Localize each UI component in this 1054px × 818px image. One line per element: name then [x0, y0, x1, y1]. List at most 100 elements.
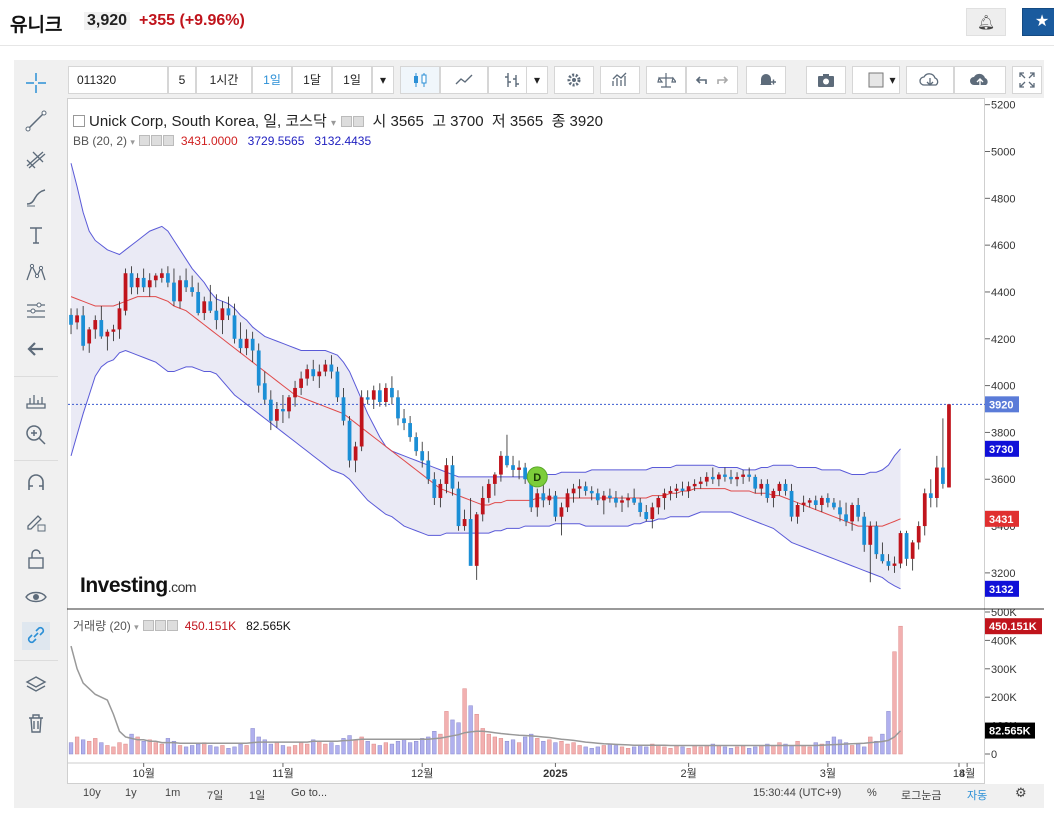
- volume-bar: [486, 733, 491, 755]
- candle-body: [928, 493, 933, 498]
- x-tick-label: 11월: [272, 767, 294, 780]
- volume-bar: [383, 742, 389, 755]
- candle-body: [383, 387, 388, 402]
- settings-mini-icon[interactable]: [155, 620, 167, 631]
- volume-bar: [747, 748, 752, 755]
- chevron-down-icon[interactable]: ▾: [331, 118, 336, 129]
- candle-body: [305, 369, 310, 379]
- volume-bar: [323, 743, 328, 755]
- range-10y-button[interactable]: 10y: [83, 787, 101, 799]
- volume-bar: [601, 745, 606, 755]
- range-7d-button[interactable]: 7일: [207, 787, 223, 803]
- eye-toggle-icon[interactable]: [139, 135, 151, 146]
- volume-bar: [365, 740, 370, 755]
- ohlc-close: 종 3920: [551, 113, 603, 130]
- volume-bar: [214, 746, 219, 755]
- volume-bar: [631, 746, 637, 755]
- candle-body: [644, 512, 649, 520]
- volume-bar: [722, 746, 728, 755]
- bb-mid-value: 3431.0000: [180, 134, 238, 148]
- candle-body: [916, 526, 921, 543]
- candle-body: [432, 479, 437, 498]
- volume-bar: [305, 743, 310, 755]
- volume-bar: [81, 739, 86, 755]
- range-1d-button[interactable]: 1일: [249, 787, 265, 803]
- volume-bar: [644, 746, 649, 755]
- volume-bar: [613, 745, 619, 755]
- close-icon[interactable]: [163, 135, 175, 146]
- candle-body: [710, 476, 715, 480]
- close-icon[interactable]: [167, 620, 179, 631]
- bb-mid-tag: 3431: [989, 514, 1013, 526]
- candle-body: [777, 483, 782, 491]
- candle-body: [795, 504, 800, 517]
- settings-mini-icon[interactable]: [151, 135, 163, 146]
- volume-bar: [68, 742, 74, 755]
- vol-tick-label: 200K: [991, 692, 1017, 704]
- candle-body: [589, 490, 594, 494]
- volume-bar: [177, 745, 183, 755]
- volume-bar: [795, 740, 800, 755]
- candle-body: [517, 467, 521, 470]
- candle-body: [147, 280, 152, 288]
- candle-body: [910, 542, 915, 559]
- volume-ma-line: [70, 645, 902, 747]
- last-price-tag: 3920: [989, 399, 1013, 411]
- volume-bar: [589, 748, 594, 755]
- collapse-icon[interactable]: [73, 115, 85, 127]
- candle-body: [692, 483, 697, 487]
- candle-body: [614, 497, 618, 503]
- volume-bar: [856, 743, 861, 755]
- goto-button[interactable]: Go to...: [291, 787, 327, 799]
- y-tick-label: 4400: [991, 287, 1015, 299]
- candle-body: [850, 504, 854, 522]
- gear-icon[interactable]: ⚙: [1015, 785, 1027, 801]
- volume-bar: [704, 745, 709, 755]
- auto-scale-button[interactable]: 자동: [967, 787, 987, 803]
- volume-bar: [504, 740, 510, 755]
- candle-body: [511, 465, 515, 470]
- eye-toggle-icon[interactable]: [341, 116, 353, 127]
- candle-body: [868, 526, 873, 545]
- volume-bar: [759, 745, 764, 755]
- candle-body: [583, 486, 588, 491]
- volume-bar: [395, 740, 401, 755]
- volume-bar: [668, 748, 673, 755]
- x-tick-label: 2025: [543, 768, 567, 780]
- volume-bar: [87, 740, 92, 755]
- candle-body: [226, 308, 231, 316]
- y-tick-label: 4200: [991, 334, 1015, 346]
- percent-scale-button[interactable]: %: [867, 787, 877, 799]
- eye-toggle-icon[interactable]: [143, 620, 155, 631]
- log-scale-button[interactable]: 로그눈금: [901, 787, 941, 803]
- candle-body: [281, 409, 285, 412]
- settings-mini-icon[interactable]: [353, 116, 365, 127]
- candle-body: [783, 483, 788, 491]
- chevron-down-icon[interactable]: ▾: [134, 622, 139, 632]
- volume-bar: [656, 745, 661, 755]
- candle-body: [462, 519, 467, 527]
- candle-body: [202, 301, 207, 314]
- candle-body: [565, 493, 570, 508]
- candle-body: [450, 465, 455, 489]
- volume-bar: [183, 746, 189, 755]
- range-1y-button[interactable]: 1y: [125, 787, 137, 799]
- x-tick-label: 3월: [820, 767, 836, 780]
- candle-body: [662, 493, 667, 498]
- candle-body: [141, 277, 146, 288]
- candle-body: [135, 277, 140, 288]
- range-1m-button[interactable]: 1m: [165, 787, 180, 799]
- y-tick-label: 3800: [991, 427, 1015, 439]
- candle-body: [317, 371, 322, 377]
- volume-bar: [813, 742, 818, 755]
- candle-body: [856, 504, 861, 517]
- volume-value: 450.151K: [184, 619, 237, 633]
- candle-body: [244, 338, 249, 349]
- candle-body: [341, 397, 346, 421]
- candle-body: [311, 369, 316, 377]
- candle-body: [892, 563, 897, 566]
- candle-body: [620, 500, 624, 503]
- chevron-down-icon[interactable]: ▾: [130, 137, 135, 147]
- candle-body: [178, 280, 182, 302]
- volume-bar: [698, 746, 703, 755]
